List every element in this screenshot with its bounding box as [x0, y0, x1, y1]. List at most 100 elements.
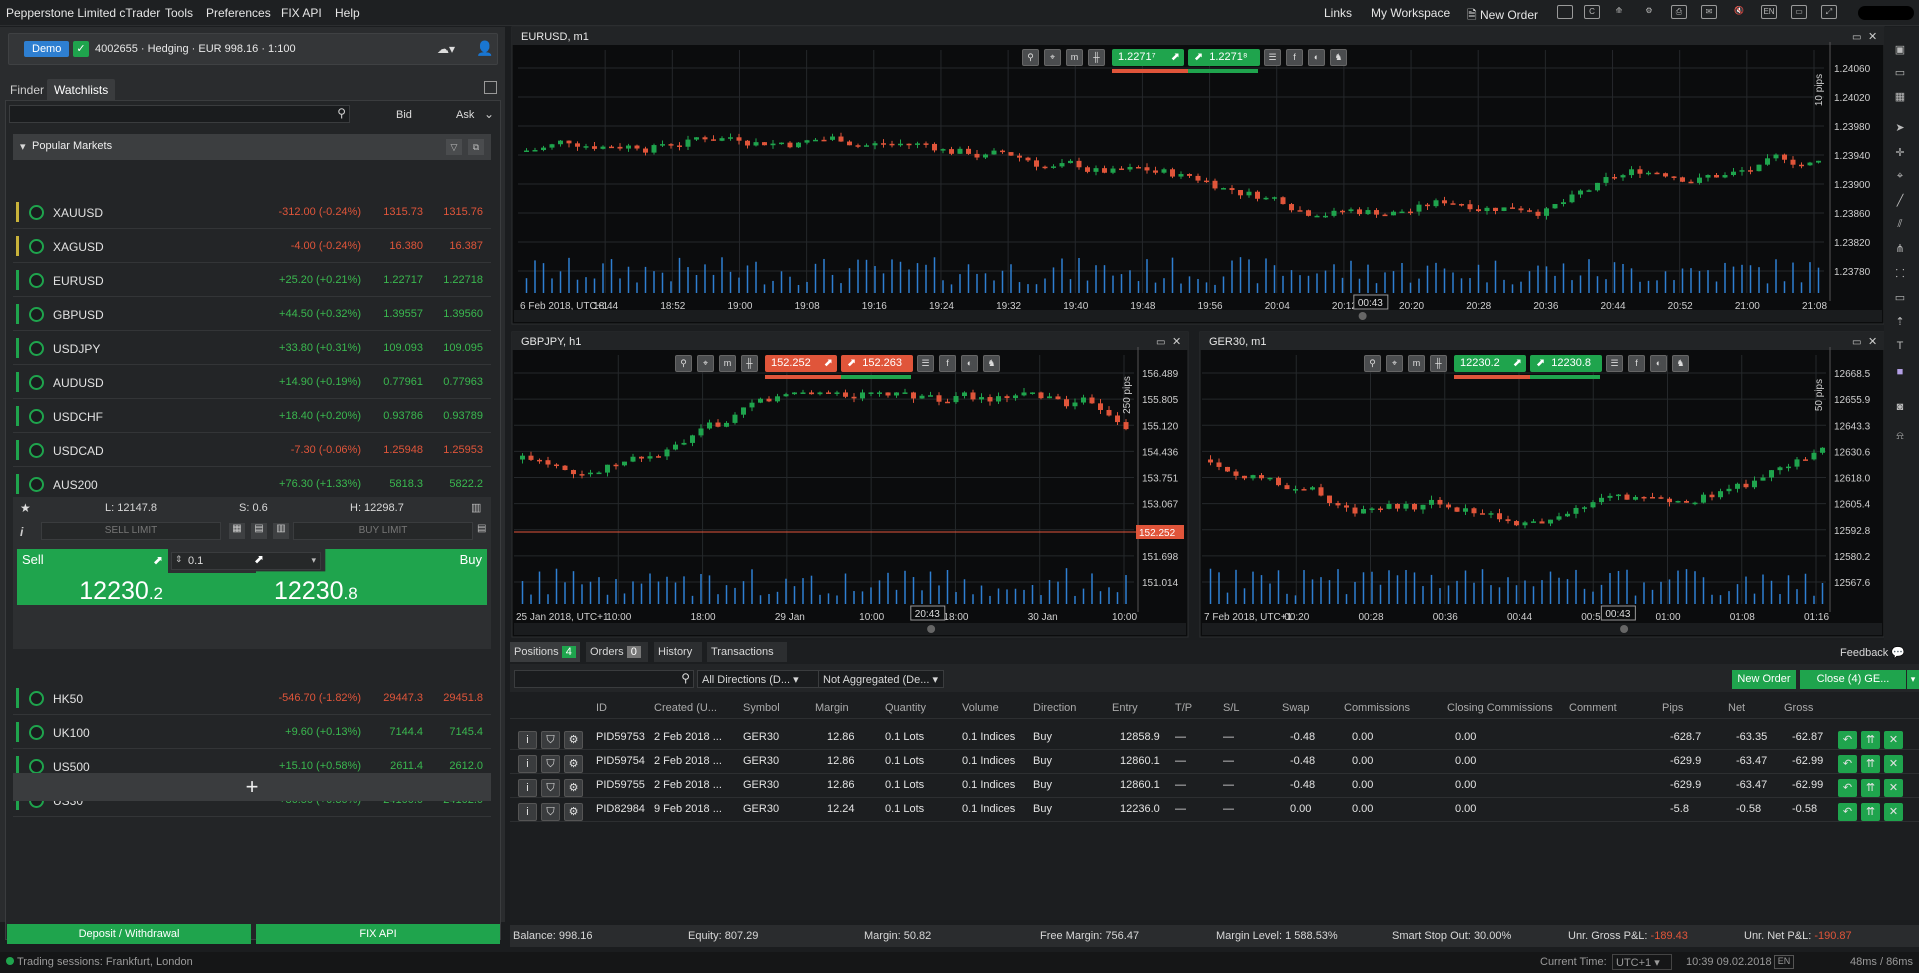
column-header[interactable]: Entry	[1112, 702, 1138, 714]
drop-icon[interactable]: ◐	[1650, 355, 1667, 372]
gear-icon[interactable]: ⚙	[564, 779, 583, 797]
drop-icon[interactable]: ◐	[1308, 49, 1325, 66]
symbol-bid[interactable]: 7144.4	[389, 726, 423, 738]
close-all-button[interactable]: Close (4) GE...	[1800, 670, 1906, 689]
close-position-icon[interactable]: ✕	[1884, 803, 1903, 821]
zoom-icon[interactable]: ⚲	[1364, 355, 1381, 372]
gear-icon[interactable]: ⚙	[564, 803, 583, 821]
list-icon[interactable]: ☰	[1264, 49, 1281, 66]
gear-icon[interactable]: ⚙	[564, 755, 583, 773]
watchlist-row-hk50[interactable]: HK50 -546.70 (-1.82%) 29447.3 29451.8	[13, 682, 491, 715]
double-up-icon[interactable]: ⇈	[1861, 731, 1880, 749]
column-header[interactable]: Net	[1728, 702, 1745, 714]
column-header[interactable]: S/L	[1223, 702, 1240, 714]
zoom-icon[interactable]: ⌖	[1886, 170, 1914, 188]
scroll-handle[interactable]	[1358, 312, 1367, 320]
shield-icon[interactable]: ⛉	[541, 755, 560, 773]
info-icon[interactable]: i	[518, 779, 537, 797]
cursor-icon[interactable]: ➤	[1886, 121, 1914, 139]
indicator-icon[interactable]: ╫	[741, 355, 758, 372]
text-icon[interactable]: T	[1886, 340, 1914, 358]
fix-api-button[interactable]: FIX API	[256, 924, 500, 944]
column-header[interactable]: Symbol	[743, 702, 780, 714]
column-header[interactable]: Pips	[1662, 702, 1683, 714]
column-header[interactable]: Comment	[1569, 702, 1617, 714]
reverse-icon[interactable]: ↶	[1838, 731, 1857, 749]
close-dropdown-icon[interactable]: ▾	[1907, 670, 1919, 689]
column-header[interactable]: Commissions	[1344, 702, 1410, 714]
close-chart-icon[interactable]: ✕	[1868, 336, 1877, 348]
gear-icon[interactable]: ⚙	[564, 731, 583, 749]
indicator-icon[interactable]: ╫	[1088, 49, 1105, 66]
symbol-ask[interactable]: 7145.4	[449, 726, 483, 738]
arrow-icon[interactable]: ⇡	[1886, 315, 1914, 333]
indicator-icon[interactable]: ╫	[1430, 355, 1447, 372]
column-header[interactable]: Created (U...	[654, 702, 717, 714]
positions-search-input[interactable]: ⚲	[514, 670, 694, 688]
sell-price-button[interactable]: 1.2271⁷ ⬈	[1112, 49, 1184, 66]
rectangle-icon[interactable]: ▭	[1886, 291, 1914, 309]
facebook-icon[interactable]: f	[1628, 355, 1645, 372]
column-header[interactable]: ID	[596, 702, 607, 714]
close-position-icon[interactable]: ✕	[1884, 731, 1903, 749]
fib-icon[interactable]: ⫽	[1886, 218, 1914, 236]
watchlist-row-uk100[interactable]: UK100 +9.60 (+0.13%) 7144.4 7145.4	[13, 716, 491, 749]
user-tool-icon[interactable]: ♞	[983, 355, 1000, 372]
sell-price-button[interactable]: 152.252 ⬈	[765, 355, 837, 372]
user-tool-icon[interactable]: ♞	[1672, 355, 1689, 372]
info-icon[interactable]: i	[518, 755, 537, 773]
column-header[interactable]: T/P	[1175, 702, 1192, 714]
ray-icon[interactable]: ⸬	[1886, 266, 1914, 284]
close-chart-icon[interactable]: ✕	[1868, 31, 1877, 43]
double-up-icon[interactable]: ⇈	[1861, 803, 1880, 821]
symbol-status-icon[interactable]	[29, 759, 44, 774]
timeframe-icon[interactable]: m	[1408, 355, 1425, 372]
reverse-icon[interactable]: ↶	[1838, 755, 1857, 773]
user-tool-icon[interactable]: ♞	[1330, 49, 1347, 66]
column-header[interactable]: Direction	[1033, 702, 1076, 714]
maximize-chart-icon[interactable]: ▭	[1156, 337, 1165, 348]
alert-icon[interactable]: ⍾	[1886, 430, 1914, 448]
crosshair-icon[interactable]: ⌖	[697, 355, 714, 372]
scroll-handle[interactable]	[1620, 625, 1629, 633]
list-icon[interactable]: ☰	[917, 355, 934, 372]
drop-icon[interactable]: ◐	[961, 355, 978, 372]
symbol-ask[interactable]: 29451.8	[443, 692, 483, 704]
timeframe-icon[interactable]: m	[1066, 49, 1083, 66]
line-icon[interactable]: ╱	[1886, 194, 1914, 212]
language-badge[interactable]: EN	[1774, 955, 1794, 969]
tab-orders[interactable]: Orders 0	[586, 642, 648, 662]
column-header[interactable]: Quantity	[885, 702, 926, 714]
crosshair-icon[interactable]: ✛	[1886, 146, 1914, 164]
list-icon[interactable]: ☰	[1606, 355, 1623, 372]
close-position-icon[interactable]: ✕	[1884, 779, 1903, 797]
zoom-icon[interactable]: ⚲	[1022, 49, 1039, 66]
buy-price-button[interactable]: ⬈ 12230.8	[1530, 355, 1602, 372]
column-header[interactable]: Closing Commissions	[1447, 702, 1553, 714]
symbol-status-icon[interactable]	[29, 725, 44, 740]
double-up-icon[interactable]: ⇈	[1861, 755, 1880, 773]
column-header[interactable]: Gross	[1784, 702, 1813, 714]
crosshair-icon[interactable]: ⌖	[1386, 355, 1403, 372]
maximize-chart-icon[interactable]: ▭	[1852, 337, 1861, 348]
shield-icon[interactable]: ⛉	[541, 803, 560, 821]
deposit-withdrawal-button[interactable]: Deposit / Withdrawal	[7, 924, 251, 944]
color-icon[interactable]: ■	[1886, 366, 1914, 384]
crosshair-icon[interactable]: ⌖	[1044, 49, 1061, 66]
scroll-handle[interactable]	[927, 625, 936, 633]
directions-select[interactable]: All Directions (D... ▾	[697, 670, 821, 688]
symbol-status-icon[interactable]	[29, 691, 44, 706]
add-symbol-button[interactable]: +	[13, 773, 491, 801]
aggregation-select[interactable]: Not Aggregated (De... ▾	[818, 670, 944, 688]
info-icon[interactable]: i	[518, 803, 537, 821]
layout-single-icon[interactable]: ▣	[1886, 43, 1914, 61]
reverse-icon[interactable]: ↶	[1838, 803, 1857, 821]
tab-transactions[interactable]: Transactions	[707, 642, 787, 662]
zoom-icon[interactable]: ⚲	[675, 355, 692, 372]
column-header[interactable]: Swap	[1282, 702, 1310, 714]
timeframe-icon[interactable]: m	[719, 355, 736, 372]
column-header[interactable]: Margin	[815, 702, 849, 714]
reverse-icon[interactable]: ↶	[1838, 779, 1857, 797]
camera-icon[interactable]: ◙	[1886, 401, 1914, 419]
shield-icon[interactable]: ⛉	[541, 779, 560, 797]
